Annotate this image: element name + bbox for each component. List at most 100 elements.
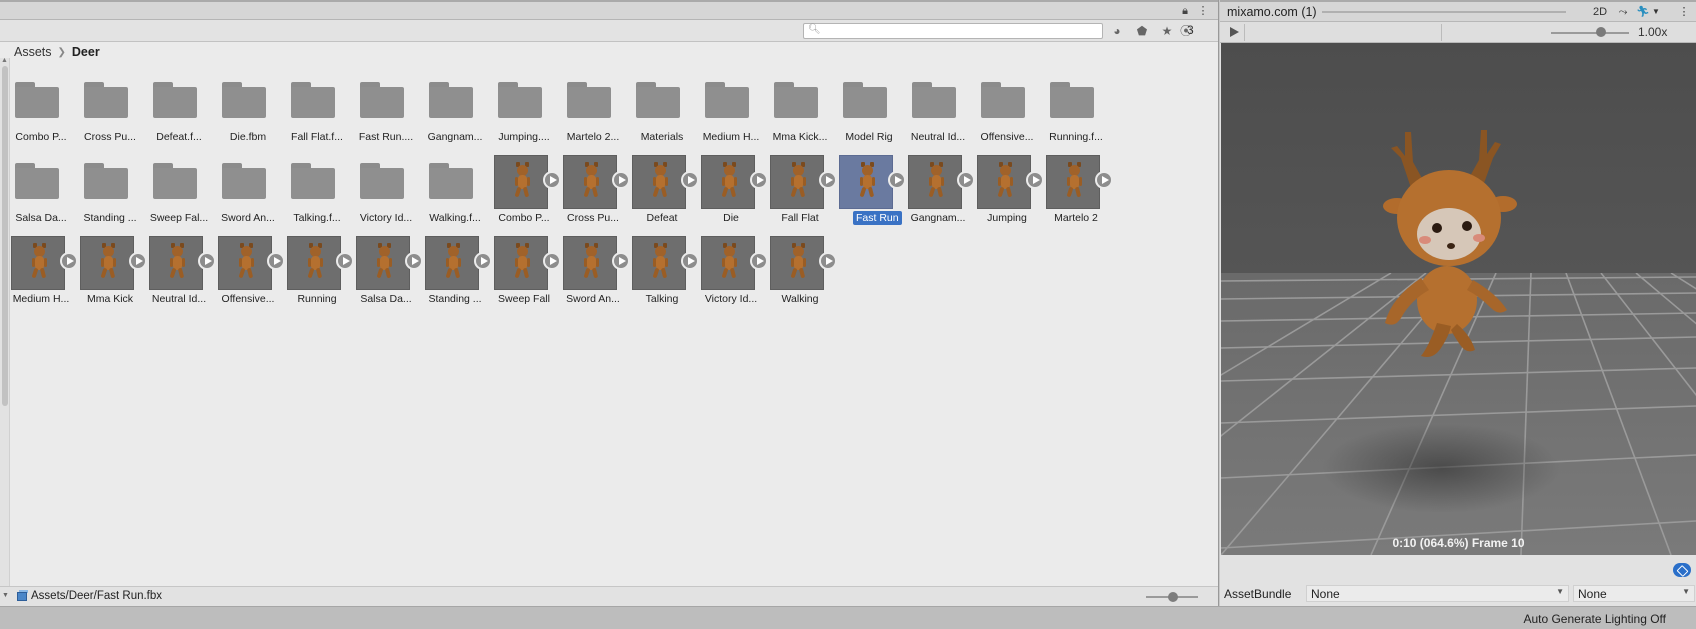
item-label: Offensive... [221,293,275,305]
icon-size-slider-knob[interactable] [1168,592,1178,602]
item-label: Fall Flat.f... [291,131,343,143]
play-preview-icon[interactable] [750,171,768,189]
asset-grid: Combo P... Cross Pu... Defeat.f... Die.fbm F… [11,72,1217,332]
item-label: Neutral Id... [151,293,207,305]
deer-figure-icon [237,243,255,282]
favorite-star-icon[interactable]: ★ [1158,23,1176,39]
play-preview-icon[interactable] [612,171,630,189]
breadcrumb-assets[interactable]: Assets [14,45,52,59]
item-label: Talking.f... [293,212,341,224]
deer-figure-icon [30,243,48,282]
item-label: Model Rig [845,131,893,143]
play-preview-icon[interactable] [819,171,837,189]
play-preview-icon[interactable] [957,171,975,189]
play-preview-icon[interactable] [681,171,699,189]
play-preview-icon[interactable] [474,252,492,270]
deer-figure-icon [789,162,807,201]
search-field[interactable]: 🔍︎ [803,23,1103,39]
play-preview-icon[interactable] [405,252,423,270]
play-icon[interactable] [1230,27,1239,37]
play-preview-icon[interactable] [888,171,906,189]
animation-thumbnail [632,236,686,290]
item-label: Martelo 2 [1054,212,1098,224]
kebab-menu-icon[interactable]: ⋮ [1196,4,1210,18]
breadcrumb-deer[interactable]: Deer [72,45,100,59]
assetbundle-variant-value: None [1578,587,1607,601]
search-by-type-icon[interactable]: ◕ [1108,23,1126,39]
breadcrumb: Assets ❯ Deer [14,44,100,60]
assetbundle-variant-select[interactable]: None ▼ [1573,585,1695,602]
play-preview-icon[interactable] [60,252,78,270]
play-preview-icon[interactable] [1026,171,1044,189]
item-label: Mma Kick... [772,131,828,143]
item-label: Medium H... [702,131,760,143]
animation-item[interactable]: Walking [770,234,848,314]
item-label: Gangnam... [427,131,483,143]
play-preview-icon[interactable] [129,252,147,270]
item-label: Salsa Da... [360,293,412,305]
play-preview-icon[interactable] [267,252,285,270]
animation-preview-panel: mixamo.com (1) 2D ⤳ 🏃︎ ▼ ⋮ 1.00x 0:10 (0… [1220,0,1696,606]
project-footer: ▼ Assets/Deer/Fast Run.fbx [0,586,1218,606]
animation-item[interactable]: Martelo 2 [1046,153,1124,233]
play-preview-icon[interactable] [198,252,216,270]
item-label: Fast Run.... [358,131,414,143]
item-label: Sweep Fal... [149,212,209,224]
item-label: Running.f... [1049,131,1103,143]
search-input[interactable] [820,25,1098,37]
folder-icon [981,82,1025,118]
folder-icon [291,82,335,118]
pivot-axes-icon[interactable]: ⤳ [1614,4,1632,20]
item-label: Medium H... [12,293,70,305]
scrollbar-thumb[interactable] [2,66,8,406]
play-preview-icon[interactable] [819,252,837,270]
folder-icon [1050,82,1094,118]
item-label: Victory Id... [359,212,413,224]
avatar-figure-icon[interactable]: 🏃︎ [1635,4,1651,20]
lighting-status[interactable]: Auto Generate Lighting Off [1523,612,1666,626]
folder-icon [498,82,542,118]
lock-icon[interactable]: 🔒︎ [1178,4,1192,18]
avatar-dropdown-arrow-icon[interactable]: ▼ [1651,4,1661,20]
deer-figure-icon [306,243,324,282]
deer-figure-icon [720,243,738,282]
folder-item[interactable]: Running.f... [1049,72,1124,152]
scroll-up-arrow-icon[interactable]: ▲ [1,57,8,64]
toggle-2d-button[interactable]: 2D [1590,4,1610,20]
folder-icon [774,82,818,118]
item-label: Gangnam... [910,212,966,224]
play-preview-icon[interactable] [1095,171,1113,189]
deer-figure-icon [582,243,600,282]
item-label: Jumping.... [498,131,550,143]
dropdown-arrow-icon[interactable]: ▼ [2,592,9,599]
assetbundle-name-value: None [1311,587,1340,601]
item-label: Sword An... [566,293,620,305]
speed-slider-knob[interactable] [1596,27,1606,37]
title-drag-handle[interactable] [1322,11,1566,13]
deer-figure-icon [513,243,531,282]
deer-figure-icon [1065,162,1083,201]
play-preview-icon[interactable] [543,252,561,270]
item-label: Sword An... [221,212,275,224]
preview-menu-icon[interactable]: ⋮ [1678,4,1690,20]
dropdown-arrow-icon: ▼ [1556,587,1564,596]
play-preview-icon[interactable] [336,252,354,270]
play-preview-icon[interactable] [681,252,699,270]
icon-size-slider[interactable] [1146,592,1198,602]
animation-thumbnail [1046,155,1100,209]
folder-icon [15,163,59,199]
preview-title-bar: mixamo.com (1) 2D ⤳ 🏃︎ ▼ ⋮ [1220,0,1696,22]
item-label: Defeat.f... [156,131,202,143]
speed-slider[interactable] [1551,32,1629,34]
deer-figure-icon [858,162,876,201]
play-preview-icon[interactable] [612,252,630,270]
animation-item[interactable]: Fall Flat [770,153,848,233]
label-tag-icon[interactable]: ⬟ [1133,23,1151,39]
item-label: Neutral Id... [910,131,966,143]
assetbundle-name-select[interactable]: None ▼ [1306,585,1569,602]
play-preview-icon[interactable] [750,252,768,270]
play-preview-icon[interactable] [543,171,561,189]
preview-viewport[interactable]: 0:10 (064.6%) Frame 10 [1221,43,1696,555]
item-label: Standing ... [83,212,137,224]
assetbundle-tag-icon[interactable] [1673,563,1691,577]
